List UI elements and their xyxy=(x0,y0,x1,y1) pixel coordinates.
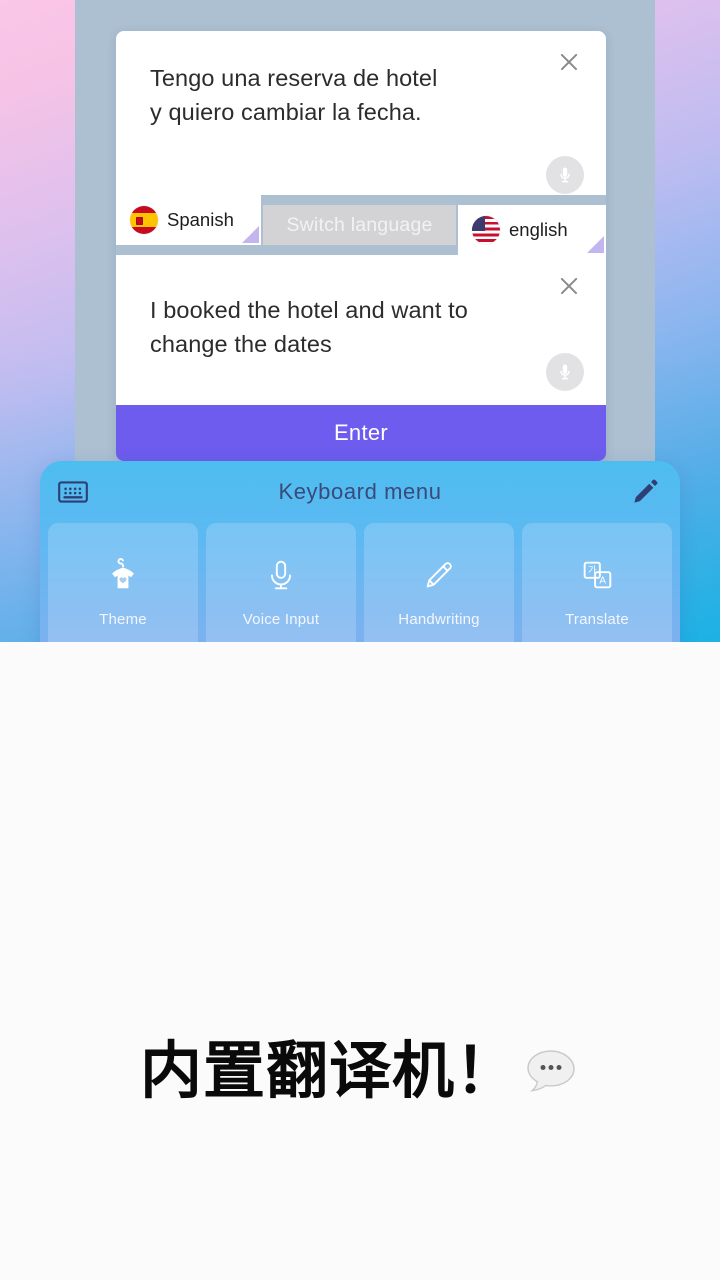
svg-text:가: 가 xyxy=(588,566,597,577)
pencil-icon[interactable] xyxy=(628,475,662,509)
menu-tile-label: Handwriting xyxy=(398,611,480,628)
keyboard-menu-sheet: Keyboard menu Theme Voice Input Handwrit… xyxy=(40,461,680,642)
target-language-label: english xyxy=(509,219,568,240)
switch-language-button[interactable]: Switch language xyxy=(263,205,456,245)
keyboard-menu-grid: Theme Voice Input Handwriting 가 A Transl… xyxy=(40,523,680,642)
caption-row: 内置翻译机！ xyxy=(0,1040,720,1102)
menu-tile-label: Theme xyxy=(99,611,147,628)
source-language-label: Spanish xyxy=(167,209,234,230)
menu-tile-label: Translate xyxy=(565,611,629,628)
target-language-chip[interactable]: english xyxy=(458,205,606,255)
translator-card: Tengo una reserva de hotel y quiero camb… xyxy=(116,31,606,461)
language-switch-bar: Spanish Switch language english xyxy=(116,195,606,255)
keyboard-menu-title: Keyboard menu xyxy=(278,479,442,504)
pencil-icon xyxy=(420,553,458,597)
close-icon[interactable] xyxy=(556,273,582,299)
svg-text:A: A xyxy=(599,576,606,587)
microphone-icon xyxy=(262,553,300,597)
menu-tile-label: Voice Input xyxy=(242,611,320,628)
keyboard-menu-header: Keyboard menu xyxy=(40,461,680,523)
speech-balloon-icon xyxy=(522,1046,580,1096)
corner-triangle-marker xyxy=(242,226,259,243)
source-language-chip[interactable]: Spanish xyxy=(116,195,261,245)
tshirt-hanger-icon xyxy=(104,553,142,597)
microphone-icon[interactable] xyxy=(546,156,584,194)
screenshot-root: Tengo una reserva de hotel y quiero camb… xyxy=(0,0,720,1280)
menu-tile-voice-input[interactable]: Voice Input xyxy=(206,523,356,642)
menu-tile-handwriting[interactable]: Handwriting xyxy=(364,523,514,642)
translate-icon: 가 A xyxy=(578,553,616,597)
menu-tile-theme[interactable]: Theme xyxy=(48,523,198,642)
caption-text: 内置翻译机！ xyxy=(139,1034,518,1107)
promo-hero-image: Tengo una reserva de hotel y quiero camb… xyxy=(0,0,720,642)
usa-flag-icon xyxy=(472,216,500,244)
spain-flag-icon xyxy=(130,206,158,234)
source-text: Tengo una reserva de hotel y quiero camb… xyxy=(150,65,438,125)
microphone-icon[interactable] xyxy=(546,353,584,391)
source-text-panel: Tengo una reserva de hotel y quiero camb… xyxy=(116,31,606,195)
target-text: I booked the hotel and want to change th… xyxy=(150,297,468,357)
enter-button[interactable]: Enter xyxy=(116,405,606,461)
keyboard-icon[interactable] xyxy=(56,475,90,509)
menu-tile-translate[interactable]: 가 A Translate xyxy=(522,523,672,642)
close-icon[interactable] xyxy=(556,49,582,75)
target-text-panel: I booked the hotel and want to change th… xyxy=(116,255,606,405)
corner-triangle-marker xyxy=(587,236,604,253)
